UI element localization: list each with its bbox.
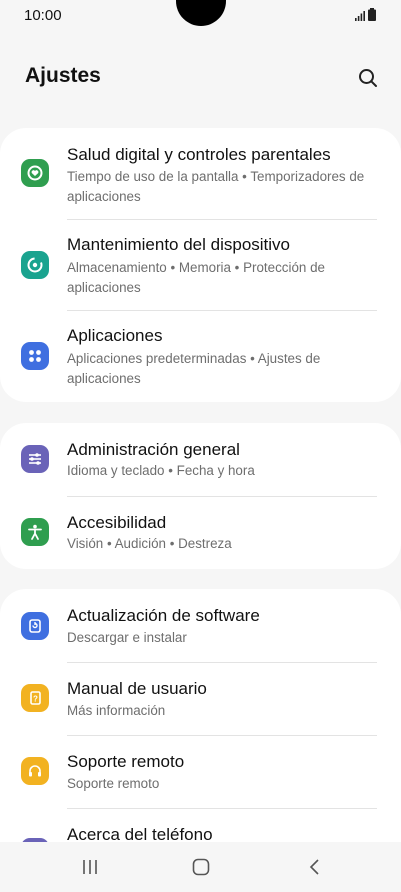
item-title: Acerca del teléfono (67, 825, 213, 842)
home-button[interactable] (181, 854, 221, 880)
settings-card-3: Actualización de software Descargar e in… (0, 589, 401, 842)
item-subtitle: Idioma y teclado • Fecha y hora (67, 463, 255, 478)
search-button[interactable] (354, 64, 382, 92)
accessibility-icon (21, 518, 49, 546)
settings-item-accessibility[interactable]: Accesibilidad Visión • Audición • Destre… (0, 496, 401, 569)
settings-item-software-update[interactable]: Actualización de software Descargar e in… (0, 589, 401, 662)
status-bar: 10:00 (0, 0, 401, 32)
page-title: Ajustes (25, 64, 101, 87)
item-subtitle: Soporte remoto (67, 776, 160, 791)
item-title: Soporte remoto (67, 752, 185, 771)
header: Ajustes (0, 56, 401, 100)
signal-icon (355, 11, 365, 21)
item-title: Administración general (67, 440, 240, 459)
apps-icon (21, 342, 49, 370)
recent-apps-button[interactable] (70, 854, 110, 880)
settings-item-about-phone[interactable]: Acerca del teléfono (0, 808, 401, 842)
settings-item-apps[interactable]: Aplicaciones Aplicaciones predeterminada… (0, 310, 401, 402)
battery-icon (368, 8, 376, 21)
item-title: Aplicaciones (67, 326, 163, 345)
svg-text:?: ? (33, 695, 38, 704)
settings-item-remote-support[interactable]: Soporte remoto Soporte remoto (0, 735, 401, 808)
settings-card-2: Administración general Idioma y teclado … (0, 423, 401, 569)
back-button[interactable] (295, 854, 335, 880)
status-time: 10:00 (24, 7, 62, 24)
settings-item-general-management[interactable]: Administración general Idioma y teclado … (0, 423, 401, 496)
item-title: Manual de usuario (67, 679, 207, 698)
settings-card-1: Salud digital y controles parentales Tie… (0, 128, 401, 402)
item-title: Salud digital y controles parentales (67, 145, 331, 164)
general-management-icon (21, 445, 49, 473)
recent-apps-icon (83, 860, 97, 874)
settings-item-digital-wellbeing[interactable]: Salud digital y controles parentales Tie… (0, 128, 401, 219)
item-title: Actualización de software (67, 606, 260, 625)
item-subtitle: Descargar e instalar (67, 630, 187, 645)
item-subtitle: Almacenamiento • Memoria • Protección de… (67, 260, 325, 295)
camera-notch (176, 0, 226, 26)
back-icon (309, 859, 319, 875)
item-title: Accesibilidad (67, 513, 167, 532)
search-icon (359, 69, 377, 87)
item-subtitle: Visión • Audición • Destreza (67, 536, 232, 551)
digital-wellbeing-icon (21, 159, 49, 187)
item-subtitle: Aplicaciones predeterminadas • Ajustes d… (67, 351, 321, 386)
software-update-icon (21, 612, 49, 640)
remote-support-icon (21, 757, 49, 785)
user-manual-icon: ? (21, 684, 49, 712)
item-subtitle: Tiempo de uso de la pantalla • Temporiza… (67, 169, 365, 204)
item-title: Mantenimiento del dispositivo (67, 235, 291, 254)
settings-item-user-manual[interactable]: ? Manual de usuario Más información (0, 662, 401, 735)
home-icon (192, 858, 210, 876)
device-care-icon (21, 251, 49, 279)
item-subtitle: Más información (67, 703, 166, 718)
settings-item-device-care[interactable]: Mantenimiento del dispositivo Almacenami… (0, 219, 401, 310)
navigation-bar (0, 842, 401, 892)
